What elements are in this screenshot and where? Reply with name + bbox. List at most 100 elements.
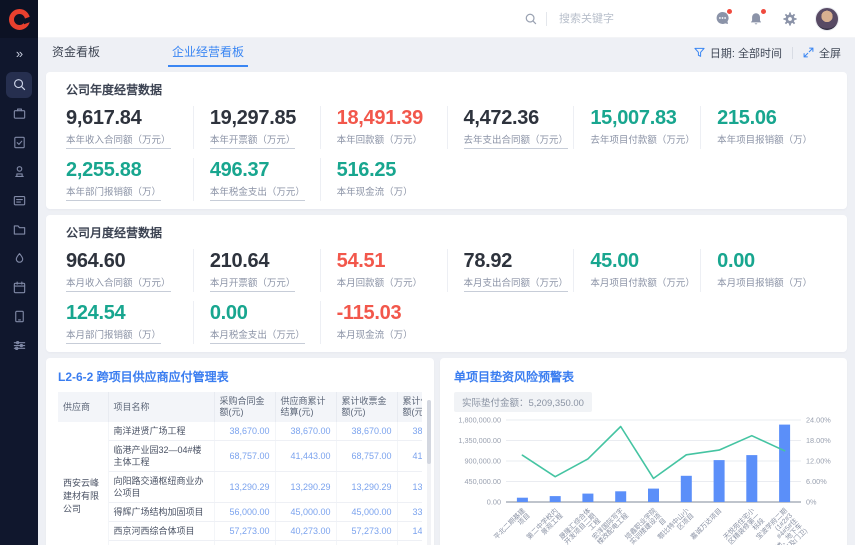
risk-combo-chart: 0.000%450,000.006.00%900,000.0012.00%1,3… xyxy=(454,414,833,545)
svg-text:0%: 0% xyxy=(806,498,817,507)
alerts-button[interactable] xyxy=(747,10,765,28)
kpi-annual-dept-reimburse[interactable]: 2,255.88本年部门报销额（万） xyxy=(66,158,193,201)
svg-text:6.00%: 6.00% xyxy=(806,477,827,486)
kpi-monthly-collections: 54.51本月回款额（万元） xyxy=(320,249,447,292)
svg-text:1,800,000.00: 1,800,000.00 xyxy=(458,416,501,425)
search-icon[interactable] xyxy=(524,12,538,26)
fullscreen-label: 全屏 xyxy=(819,45,841,61)
table-row: 得辉广场结构加固项目 56,000.00 45,000.00 45,000.00… xyxy=(58,503,422,522)
sidebar-item-tablet[interactable] xyxy=(6,304,32,330)
kpi-annual-income-contract[interactable]: 9,617.84本年收入合同额（万元） xyxy=(66,106,193,149)
svg-text:1,350,000.00: 1,350,000.00 xyxy=(458,436,501,445)
header-search xyxy=(524,12,671,26)
table-row: 高陵区宏志中学加固改造工程 620,800.00 450,800.00 20,0… xyxy=(58,541,422,545)
calendar-icon xyxy=(12,280,27,295)
app-logo[interactable] xyxy=(0,0,38,38)
scrollbar-thumb[interactable] xyxy=(427,400,431,464)
col-invoices-received: 累计收票金额(元) xyxy=(336,392,397,422)
risk-chart-title: 单项目垫资风险预警表 xyxy=(454,368,833,385)
sidebar-item-sliders[interactable] xyxy=(6,333,32,359)
tab-enterprise-board[interactable]: 企业经营看板 xyxy=(168,38,248,67)
kpi-annual-project-reimburse: 215.06本年项目报销额（万） xyxy=(700,106,827,149)
toolbar-divider xyxy=(792,47,793,59)
kpi-lastyear-expense-contract[interactable]: 4,472.36去年支出合同额（万元） xyxy=(447,106,574,149)
kpi-annual-collections: 18,491.39本年回款额（万元） xyxy=(320,106,447,149)
svg-text:450,000.00: 450,000.00 xyxy=(464,477,501,486)
kpi-monthly-invoiced[interactable]: 210.64本月开票额（万元） xyxy=(193,249,320,292)
date-filter[interactable]: 日期: 全部时间 xyxy=(694,45,782,61)
user-avatar[interactable] xyxy=(815,7,839,31)
notification-dot xyxy=(761,9,766,14)
search-divider xyxy=(546,12,547,26)
supplier-name: 西安云峰建材有限公司 xyxy=(58,422,108,545)
sidebar-item-calendar[interactable] xyxy=(6,275,32,301)
kpi-monthly-expense-contract[interactable]: 78.92本月支出合同额（万元） xyxy=(447,249,574,292)
filter-icon xyxy=(694,47,705,58)
tab-funds-board[interactable]: 资金看板 xyxy=(48,38,104,67)
fullscreen-button[interactable]: 全屏 xyxy=(803,45,841,61)
col-settlement: 供应商累计结算(元) xyxy=(275,392,336,422)
kpi-monthly-income-contract[interactable]: 964.60本月收入合同额（万元） xyxy=(66,249,193,292)
tab-bar: 资金看板 企业经营看板 日期: 全部时间 全屏 xyxy=(38,38,855,67)
svg-text:嘉诚万达项目: 嘉诚万达项目 xyxy=(688,506,723,541)
kpi-annual-invoiced[interactable]: 19,297.85本年开票额（万元） xyxy=(193,106,320,149)
search-icon xyxy=(12,77,27,92)
sidebar-item-search[interactable] xyxy=(6,72,32,98)
supplier-payables-table: 供应商 项目名称 采购合同金额(元) 供应商累计结算(元) 累计收票金额(元) … xyxy=(58,392,422,545)
kpi-monthly-project-reimburse: 0.00本月项目报销额（万） xyxy=(700,249,827,292)
svg-text:900,000.00: 900,000.00 xyxy=(464,457,501,466)
sidebar-item-document-check[interactable] xyxy=(6,130,32,156)
messages-button[interactable] xyxy=(713,10,731,28)
col-payments: 累计付款金额(元) xyxy=(397,392,422,422)
col-project: 项目名称 xyxy=(108,392,214,422)
fullscreen-icon xyxy=(803,47,814,58)
table-header-row: 供应商 项目名称 采购合同金额(元) 供应商累计结算(元) 累计收票金额(元) … xyxy=(58,392,422,422)
supplier-payables-panel: L2-6-2 跨项目供应商应付管理表 供应商 项目名称 采购合同金额(元) 供应… xyxy=(46,358,434,545)
kpi-annual-tax[interactable]: 496.37本年税金支出（万元） xyxy=(193,158,320,201)
date-filter-label: 日期: 全部时间 xyxy=(710,45,782,61)
kpi-monthly-dept-reimburse[interactable]: 124.54本月部门报销额（万） xyxy=(66,301,193,344)
kpi-lastyear-project-payment: 15,007.83去年项目付款额（万元） xyxy=(573,106,700,149)
dashboard-app: » xyxy=(0,0,855,545)
supplier-table-title: L2-6-2 跨项目供应商应付管理表 xyxy=(58,368,422,385)
svg-text:12.00%: 12.00% xyxy=(806,457,831,466)
main-content: 公司年度经营数据 9,617.84本年收入合同额（万元） 19,297.85本年… xyxy=(38,67,855,545)
advance-risk-panel: 单项目垫资风险预警表 实际垫付金额：5,209,350.00 0.000%450… xyxy=(440,358,847,545)
col-purchase-amount: 采购合同金额(元) xyxy=(214,392,275,422)
table-row: 西安云峰建材有限公司 南洋进贤广场工程 38,670.00 38,670.00 … xyxy=(58,422,422,441)
sidebar-item-id-card[interactable] xyxy=(6,188,32,214)
svg-text:24.00%: 24.00% xyxy=(806,416,831,425)
kpi-annual-cashflow: 516.25本年现金流（万） xyxy=(320,158,447,201)
sidebar-item-stamp[interactable] xyxy=(6,159,32,185)
col-supplier: 供应商 xyxy=(58,392,108,422)
kpi-monthly-project-payment: 45.00本月项目付款额（万元） xyxy=(573,249,700,292)
table-row: 临港产业园32—04#楼主体工程 68,757.00 41,443.00 68,… xyxy=(58,441,422,472)
tablet-icon xyxy=(12,309,27,324)
logo-c-icon xyxy=(9,9,30,30)
search-input[interactable] xyxy=(557,12,671,26)
monthly-panel-title: 公司月度经营数据 xyxy=(66,224,827,241)
kpi-monthly-tax[interactable]: 0.00本月税金支出（万元） xyxy=(193,301,320,344)
stamp-icon xyxy=(12,164,27,179)
gear-icon xyxy=(782,11,798,27)
sidebar-item-droplet[interactable] xyxy=(6,246,32,272)
id-card-icon xyxy=(12,193,27,208)
top-header xyxy=(38,0,855,38)
annual-data-panel: 公司年度经营数据 9,617.84本年收入合同额（万元） 19,297.85本年… xyxy=(46,72,847,209)
sidebar-item-folder[interactable] xyxy=(6,217,32,243)
sidebar-collapse-icon[interactable]: » xyxy=(0,40,38,66)
settings-button[interactable] xyxy=(781,10,799,28)
folder-icon xyxy=(12,222,27,237)
briefcase-icon xyxy=(12,106,27,121)
sidebar: » xyxy=(0,0,38,545)
droplet-icon xyxy=(12,251,27,266)
svg-text:18.00%: 18.00% xyxy=(806,436,831,445)
document-check-icon xyxy=(12,135,27,150)
actual-advance-badge: 实际垫付金额：5,209,350.00 xyxy=(454,392,592,412)
notification-dot xyxy=(727,9,732,14)
annual-panel-title: 公司年度经营数据 xyxy=(66,81,827,98)
table-scrollbar[interactable] xyxy=(427,400,431,545)
sidebar-item-briefcase[interactable] xyxy=(6,101,32,127)
sliders-icon xyxy=(12,338,27,353)
monthly-data-panel: 公司月度经营数据 964.60本月收入合同额（万元） 210.64本月开票额（万… xyxy=(46,215,847,352)
